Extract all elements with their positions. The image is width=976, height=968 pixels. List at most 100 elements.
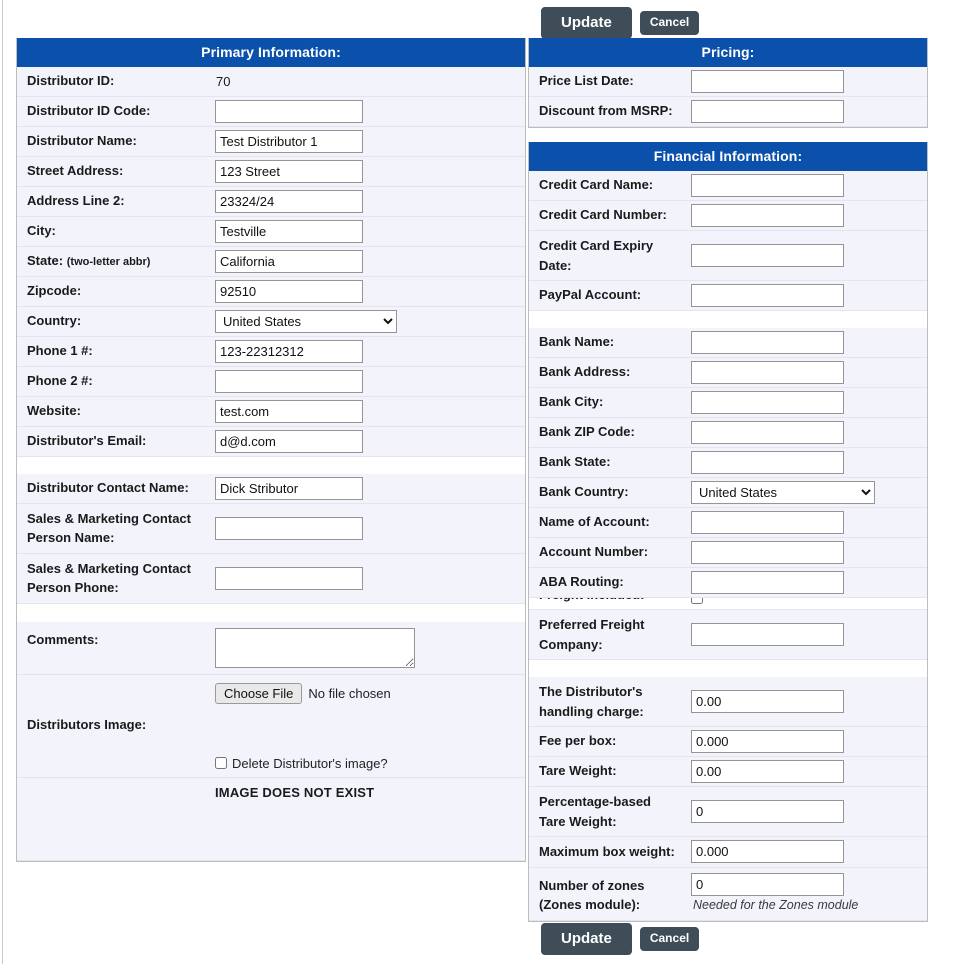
bottom-action-bar: Update Cancel xyxy=(0,902,700,968)
row-spacer xyxy=(421,246,525,277)
pricing-panel: Pricing: Price List Date: Discount from … xyxy=(528,38,928,128)
row-cc-expiry: Credit Card Expiry Date: xyxy=(529,230,927,281)
number-of-zones-input[interactable] xyxy=(691,872,844,896)
primary-information-body: Distributor ID: 70 Distributor ID Code: … xyxy=(17,67,525,861)
phone-1-input[interactable] xyxy=(215,339,363,363)
distributor-id-code-input[interactable] xyxy=(215,99,363,123)
state-label: State: (two-letter abbr) xyxy=(17,246,209,277)
distributor-name-label: Distributor Name: xyxy=(17,126,209,157)
paypal-input[interactable] xyxy=(691,284,844,307)
bank-city-input[interactable] xyxy=(691,391,844,414)
cancel-button-top[interactable]: Cancel xyxy=(639,11,700,35)
file-upload-row: Choose File No file chosen xyxy=(215,682,415,704)
row-spacer xyxy=(881,280,927,311)
bank-zip-input[interactable] xyxy=(691,421,844,444)
delete-image-checkbox[interactable] xyxy=(215,757,227,770)
bank-address-label: Bank Address: xyxy=(529,357,685,388)
row-spacer xyxy=(421,306,525,337)
comments-textarea[interactable] xyxy=(215,627,415,668)
street-address-label: Street Address: xyxy=(17,156,209,187)
row-city: City: xyxy=(17,216,525,247)
choose-file-button[interactable]: Choose File xyxy=(215,682,303,704)
row-handling-charge: The Distributor's handling charge: xyxy=(529,677,927,727)
distributor-id-value: 70 xyxy=(216,73,231,89)
sales-contact-phone-input[interactable] xyxy=(215,566,363,590)
update-button-top[interactable]: Update xyxy=(541,6,632,40)
phone-2-input[interactable] xyxy=(215,369,363,393)
cc-name-input[interactable] xyxy=(691,174,844,197)
cc-number-input[interactable] xyxy=(691,204,844,227)
email-input[interactable] xyxy=(215,429,363,453)
row-preferred-freight: Preferred Freight Company: xyxy=(529,609,927,660)
row-spacer xyxy=(421,156,525,187)
section-spacer xyxy=(17,603,525,622)
cc-name-label: Credit Card Name: xyxy=(529,171,685,201)
row-state: State: (two-letter abbr) xyxy=(17,246,525,277)
freight-included-checkbox[interactable] xyxy=(691,597,703,604)
zipcode-input[interactable] xyxy=(215,279,363,303)
bank-state-label: Bank State: xyxy=(529,447,685,478)
row-spacer xyxy=(421,276,525,307)
state-input[interactable] xyxy=(215,249,363,273)
row-discount-msrp: Discount from MSRP: xyxy=(529,96,927,127)
freight-included-field-cell xyxy=(685,597,881,610)
zipcode-label: Zipcode: xyxy=(17,276,209,307)
aba-routing-label: ABA Routing: xyxy=(529,567,685,598)
city-input[interactable] xyxy=(215,219,363,243)
row-spacer xyxy=(881,357,927,388)
account-name-input[interactable] xyxy=(691,511,844,534)
bank-state-input[interactable] xyxy=(691,451,844,474)
country-select[interactable]: United States xyxy=(215,309,397,333)
update-button-bottom[interactable]: Update xyxy=(541,922,632,956)
row-spacer xyxy=(881,756,927,787)
row-spacer xyxy=(421,216,525,247)
street-address-input[interactable] xyxy=(215,159,363,183)
account-number-label: Account Number: xyxy=(529,537,685,568)
row-spacer xyxy=(881,836,927,868)
cc-expiry-input[interactable] xyxy=(691,244,844,267)
comments-label: Comments: xyxy=(17,621,209,675)
section-divider xyxy=(17,455,525,474)
pct-tare-weight-input[interactable] xyxy=(691,800,844,823)
row-bank-city: Bank City: xyxy=(529,387,927,418)
aba-routing-input[interactable] xyxy=(691,571,844,594)
sales-contact-name-input[interactable] xyxy=(215,516,363,540)
row-spacer xyxy=(421,777,525,861)
phone-1-label: Phone 1 #: xyxy=(17,336,209,367)
bank-country-select[interactable]: United States xyxy=(691,481,875,504)
country-label: Country: xyxy=(17,306,209,337)
financial-information-panel: Financial Information: Credit Card Name:… xyxy=(528,142,928,922)
bank-address-input[interactable] xyxy=(691,361,844,384)
pricing-header: Pricing: xyxy=(529,38,927,67)
preferred-freight-input[interactable] xyxy=(691,623,844,646)
row-contact-name: Distributor Contact Name: xyxy=(17,473,525,504)
row-pct-tare-weight: Percentage-based Tare Weight: xyxy=(529,786,927,837)
address-line-2-input[interactable] xyxy=(215,189,363,213)
state-label-text: State: xyxy=(27,252,64,268)
row-bank-country: Bank Country: United States xyxy=(529,477,927,508)
bank-country-label: Bank Country: xyxy=(529,477,685,508)
tare-weight-input[interactable] xyxy=(691,760,844,783)
row-phone-1: Phone 1 #: xyxy=(17,336,525,367)
zones-note: Needed for the Zones module xyxy=(693,897,859,912)
bank-name-input[interactable] xyxy=(691,331,844,354)
row-image-status: IMAGE DOES NOT EXIST xyxy=(17,777,525,861)
max-box-weight-input[interactable] xyxy=(691,840,844,864)
page-layout: Update Cancel Primary Information: Distr… xyxy=(0,0,976,956)
row-bank-zip: Bank ZIP Code: xyxy=(529,417,927,448)
account-number-input[interactable] xyxy=(691,541,844,564)
price-list-date-input[interactable] xyxy=(691,70,844,93)
fee-per-box-input[interactable] xyxy=(691,730,844,753)
contact-name-input[interactable] xyxy=(215,476,363,500)
city-label: City: xyxy=(17,216,209,247)
website-input[interactable] xyxy=(215,399,363,423)
distributor-name-input[interactable] xyxy=(215,129,363,153)
handling-charge-input[interactable] xyxy=(691,690,844,713)
row-spacer xyxy=(881,171,927,201)
contact-name-label: Distributor Contact Name: xyxy=(17,473,209,504)
row-aba-routing: ABA Routing: xyxy=(529,567,927,598)
discount-msrp-input[interactable] xyxy=(691,100,844,123)
row-spacer xyxy=(421,336,525,367)
cancel-button-bottom[interactable]: Cancel xyxy=(639,927,700,951)
tare-weight-label: Tare Weight: xyxy=(529,756,685,787)
